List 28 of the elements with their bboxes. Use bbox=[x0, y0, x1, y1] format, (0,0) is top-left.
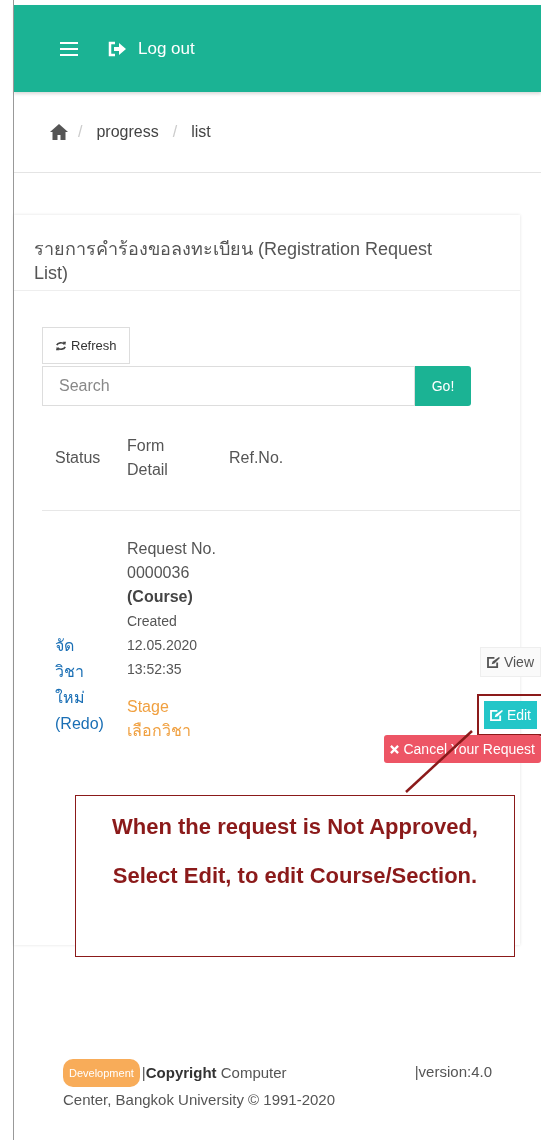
column-header: Status bbox=[54, 448, 102, 468]
created-date: Created 12.05.2020 13:52:35 bbox=[127, 612, 199, 679]
refresh-button[interactable]: Refresh bbox=[42, 327, 130, 364]
sign-out-icon bbox=[108, 40, 126, 57]
environment-badge: Development bbox=[63, 1059, 140, 1087]
request-type: (Course) bbox=[127, 587, 194, 607]
view-button[interactable]: View bbox=[479, 647, 541, 677]
column-header: Ref.No. bbox=[228, 448, 284, 468]
refresh-icon bbox=[55, 340, 67, 351]
search-field[interactable]: Search bbox=[42, 366, 415, 406]
home-icon[interactable] bbox=[50, 124, 68, 140]
close-icon bbox=[390, 744, 400, 754]
callout-box: When the request is Not Approved, Select Edit, to edit Course/Section. bbox=[75, 795, 515, 957]
stage-text: Stage เลือกวิชา bbox=[127, 697, 192, 741]
card-title: รายการคำร้องขอลงทะเบียน (Registration Request List) bbox=[14, 215, 520, 291]
copyright-text: Center, Bangkok University © 1991-2020 bbox=[63, 1090, 337, 1110]
breadcrumb-separator: / bbox=[78, 123, 83, 141]
column-header: Form Detail bbox=[127, 436, 169, 480]
breadcrumb-separator: / bbox=[172, 123, 178, 141]
copyright-text: |Copyright Computer bbox=[141, 1063, 287, 1083]
version-text: |version:4.0 bbox=[414, 1062, 492, 1082]
status-text: จัดวิชาใหม่ (Redo) bbox=[54, 636, 105, 734]
breadcrumb-link[interactable]: progress bbox=[92, 123, 163, 141]
edit-icon bbox=[486, 656, 500, 668]
menu-icon[interactable] bbox=[60, 41, 78, 56]
breadcrumb-link[interactable]: list bbox=[187, 123, 215, 141]
request-number: Request No. 0000036 bbox=[127, 539, 217, 583]
edit-icon bbox=[489, 709, 503, 721]
